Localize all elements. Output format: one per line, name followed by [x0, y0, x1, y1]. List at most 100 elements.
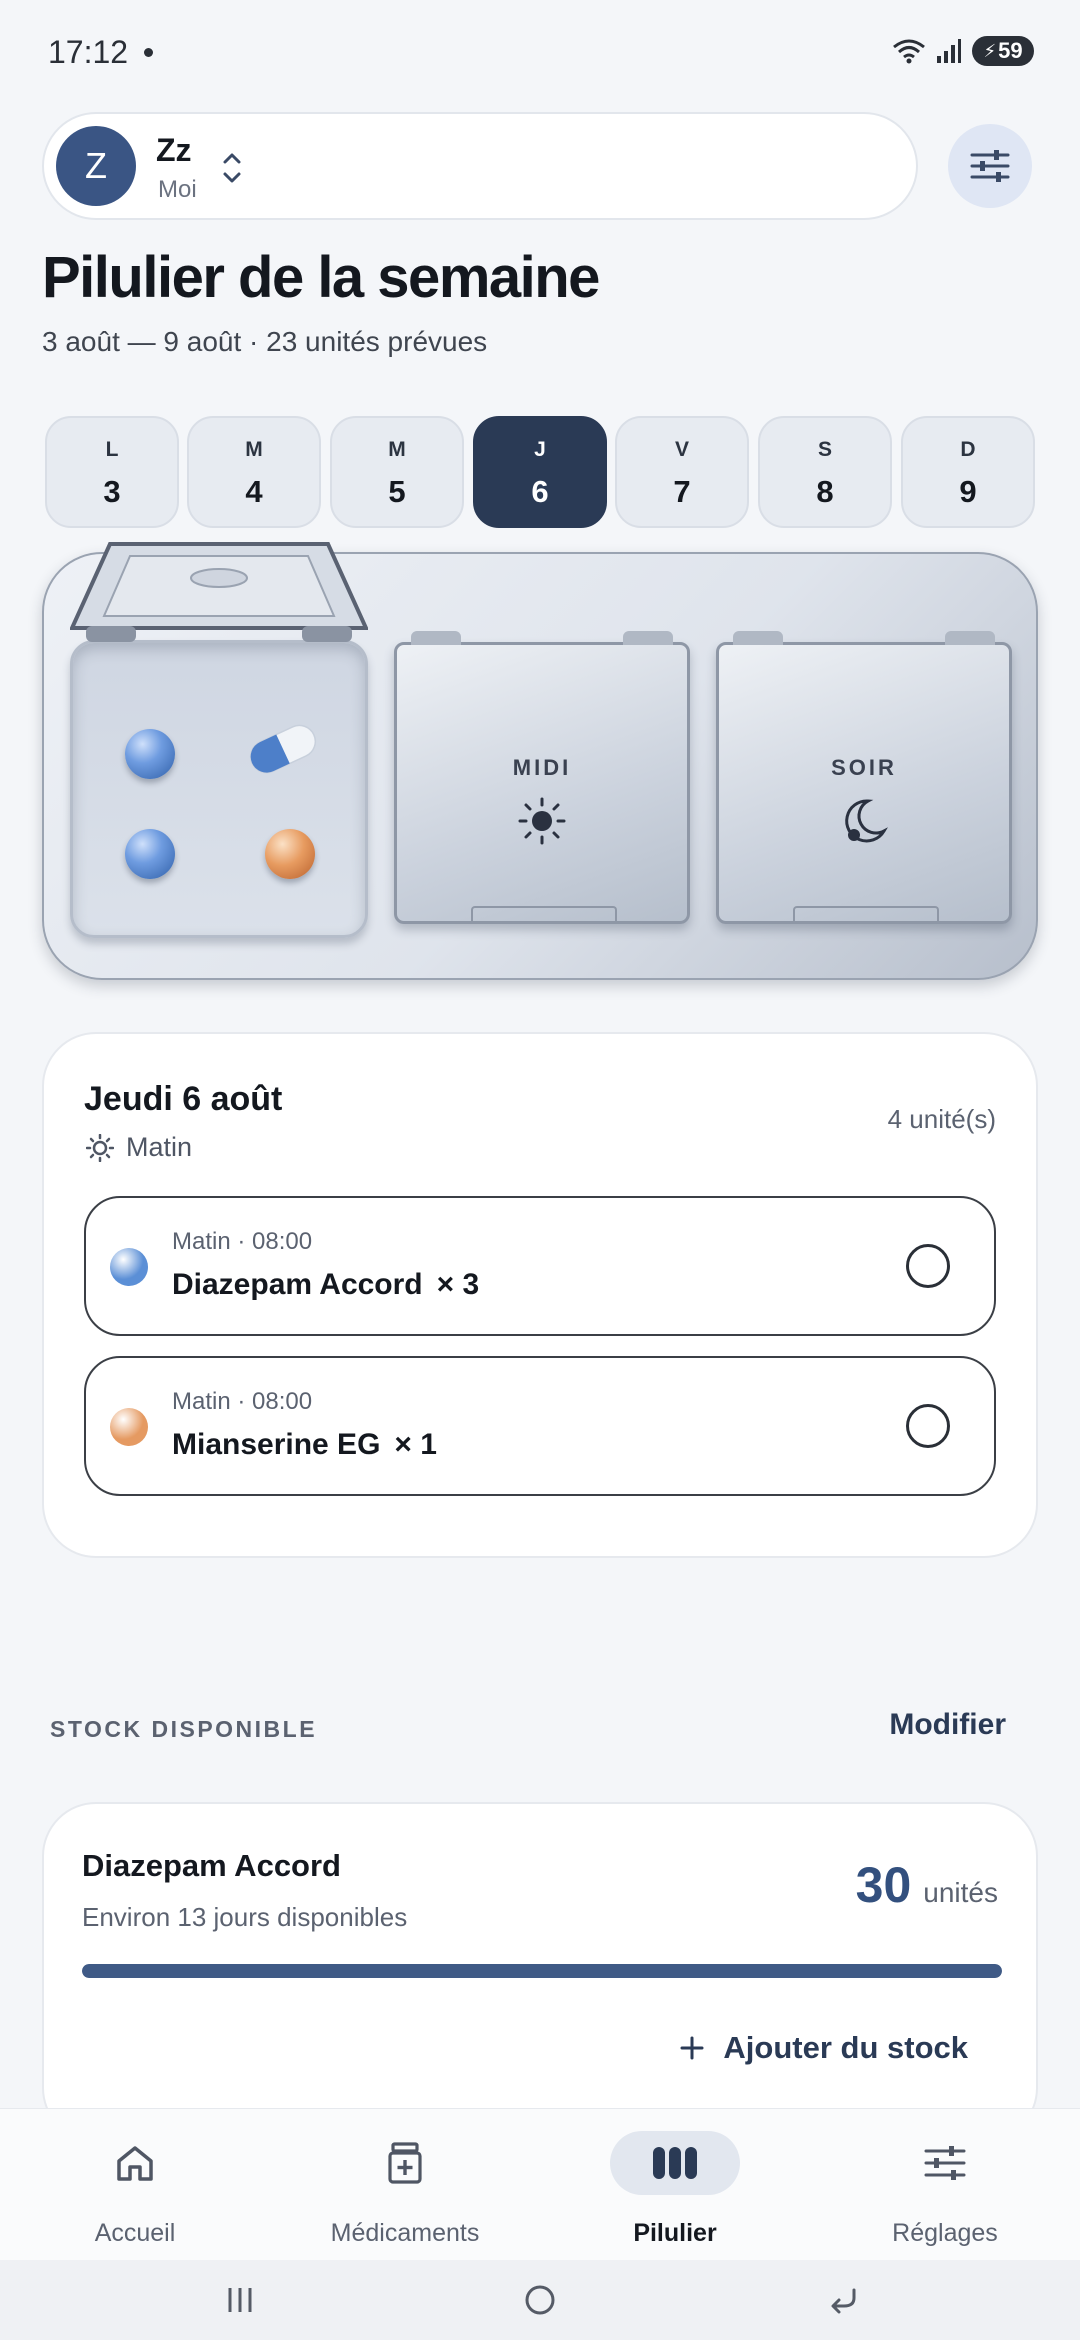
- recent-apps-icon[interactable]: [222, 2282, 258, 2318]
- day-tab[interactable]: D 9: [901, 416, 1035, 528]
- morning-compartment[interactable]: [70, 640, 368, 938]
- nav-reglages[interactable]: Réglages: [810, 2109, 1080, 2261]
- day-selector: L 3 M 4 M 5 J 6 V 7 S 8 D 9: [45, 416, 1035, 528]
- nav-medicaments[interactable]: Médicaments: [270, 2109, 540, 2261]
- nav-label: Pilulier: [633, 2219, 717, 2247]
- day-letter: V: [674, 438, 689, 461]
- stock-quantity: 30 unités: [856, 1856, 998, 1914]
- stock-level-bar: [82, 1964, 1002, 1978]
- pill-color-icon: [110, 1248, 148, 1286]
- day-tab[interactable]: M 5: [330, 416, 464, 528]
- midi-compartment[interactable]: MIDI: [394, 631, 690, 924]
- page-subtitle: 3 août — 9 août · 23 unités prévues: [42, 326, 488, 357]
- midi-label: MIDI: [512, 755, 572, 780]
- sliders-icon: [970, 150, 1010, 182]
- sliders-icon: [924, 2146, 966, 2180]
- dose-medication: Mianserine EG × 1: [172, 1428, 437, 1462]
- add-stock-button[interactable]: Ajouter du stock: [679, 2030, 968, 2066]
- period-label: Matin: [126, 1132, 193, 1162]
- status-bar: 17:12 ⚡ 59: [0, 0, 1080, 100]
- day-number: 3: [103, 474, 121, 509]
- dose-quantity: × 3: [436, 1268, 480, 1301]
- dose-check-circle[interactable]: [906, 1244, 950, 1288]
- day-number: 7: [673, 474, 691, 509]
- stock-unit: unités: [923, 1877, 998, 1908]
- nav-icon-wrap: [340, 2131, 470, 2195]
- home-circle-icon[interactable]: [522, 2282, 558, 2318]
- day-tab[interactable]: M 4: [187, 416, 321, 528]
- add-stock-label: Ajouter du stock: [723, 2030, 968, 2065]
- stock-days-left: Environ 13 jours disponibles: [82, 1902, 408, 1932]
- nav-icon-wrap: [70, 2131, 200, 2195]
- pillbox-icon: [653, 2147, 697, 2179]
- day-tab[interactable]: S 8: [758, 416, 892, 528]
- dose-check-circle[interactable]: [906, 1404, 950, 1448]
- dose-medication: Diazepam Accord × 3: [172, 1268, 479, 1302]
- day-card-period: Matin: [86, 1132, 192, 1163]
- day-number: 4: [245, 474, 263, 509]
- units-count: 4 unité(s): [887, 1104, 996, 1134]
- dose-row[interactable]: Matin · 08:00 Mianserine EG × 1: [84, 1356, 996, 1496]
- sun-outline-icon: [86, 1133, 114, 1162]
- stock-card: Diazepam Accord Environ 13 jours disponi…: [42, 1802, 1038, 2142]
- hinge: [623, 631, 673, 645]
- day-letter: D: [960, 438, 976, 461]
- day-letter: M: [388, 438, 406, 461]
- signal-icon: [937, 39, 961, 63]
- profile-subtitle: Moi: [158, 176, 197, 203]
- soir-compartment[interactable]: SOIR: [716, 631, 1012, 924]
- nav-accueil[interactable]: Accueil: [0, 2109, 270, 2261]
- nav-icon-wrap-active: [610, 2131, 740, 2195]
- stock-edit-button[interactable]: Modifier: [889, 1708, 1006, 1742]
- dose-row[interactable]: Matin · 08:00 Diazepam Accord × 3: [84, 1196, 996, 1336]
- plus-icon: [680, 2036, 704, 2060]
- page-title: Pilulier de la semaine: [42, 245, 600, 310]
- day-card-title: Jeudi 6 août: [84, 1080, 283, 1118]
- pill-blue-icon: [125, 729, 175, 779]
- avatar: Z: [56, 126, 136, 206]
- nav-label: Réglages: [892, 2219, 998, 2247]
- day-number: 9: [959, 474, 977, 509]
- dose-time: Matin · 08:00: [172, 1228, 313, 1255]
- pillbox-illustration: MIDI SOIR: [42, 542, 1038, 980]
- system-navigation-bar: [0, 2260, 1080, 2340]
- back-icon[interactable]: [826, 2282, 862, 2318]
- sun-icon: [518, 797, 566, 845]
- compartment-tab: [471, 906, 617, 924]
- day-tab[interactable]: V 7: [615, 416, 749, 528]
- day-letter: J: [534, 438, 546, 461]
- compartment-tab: [793, 906, 939, 924]
- battery-charging-icon: ⚡ 59: [972, 36, 1034, 66]
- soir-label: SOIR: [831, 755, 897, 780]
- wifi-icon: [893, 39, 925, 64]
- chevron-up-down-icon: [223, 153, 241, 183]
- day-letter: S: [817, 438, 832, 461]
- hinge: [945, 631, 995, 645]
- day-tab-selected[interactable]: J 6: [473, 416, 607, 528]
- nav-pilulier[interactable]: Pilulier: [540, 2109, 810, 2261]
- dose-time: Matin · 08:00: [172, 1388, 313, 1415]
- status-icons: ⚡ 59: [892, 36, 1034, 66]
- moon-icon: [845, 799, 888, 843]
- home-icon: [117, 2146, 153, 2181]
- stock-number: 30: [855, 1857, 912, 1913]
- stock-medication-name: Diazepam Accord: [82, 1848, 341, 1883]
- day-tab[interactable]: L 3: [45, 416, 179, 528]
- capsule-icon: [249, 724, 317, 774]
- open-lid-icon: [70, 542, 368, 642]
- hinge: [733, 631, 783, 645]
- bottom-navigation: Accueil Médicaments Pilulier Réglages: [0, 2108, 1080, 2260]
- day-detail-card: Jeudi 6 août Matin 4 unité(s) Matin · 08…: [42, 1032, 1038, 1558]
- nav-icon-wrap: [880, 2131, 1010, 2195]
- day-letter: M: [245, 438, 263, 461]
- nav-label: Accueil: [94, 2219, 176, 2247]
- pill-blue-icon: [125, 829, 175, 879]
- hinge: [411, 631, 461, 645]
- filter-settings-button[interactable]: [948, 124, 1032, 208]
- day-letter: L: [105, 438, 119, 461]
- profile-name: Zz: [156, 132, 192, 168]
- pill-orange-icon: [265, 829, 315, 879]
- nav-label: Médicaments: [330, 2219, 480, 2247]
- profile-selector[interactable]: Z Zz Moi: [42, 112, 918, 220]
- stock-level-fill: [82, 1964, 1002, 1978]
